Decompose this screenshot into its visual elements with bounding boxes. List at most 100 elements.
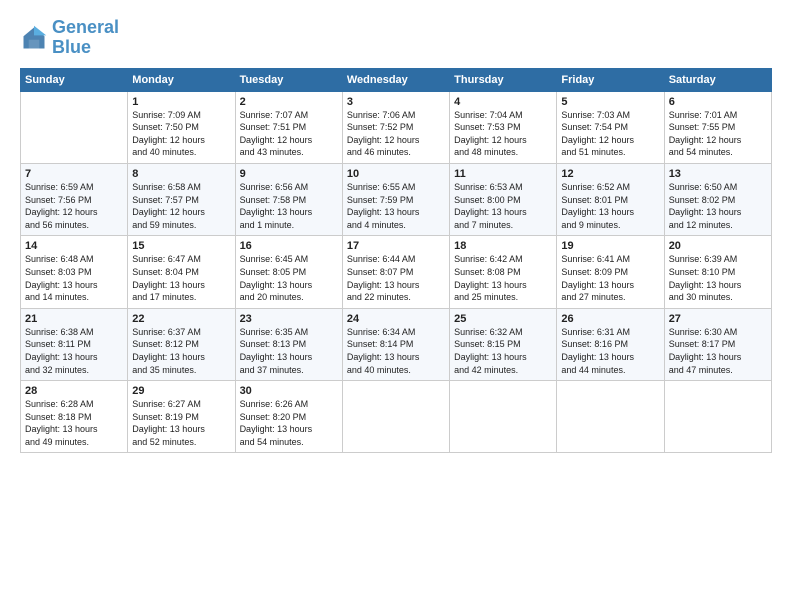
day-info: Sunrise: 6:52 AMSunset: 8:01 PMDaylight:… [561, 181, 659, 231]
day-number: 11 [454, 168, 552, 180]
day-number: 4 [454, 96, 552, 108]
day-cell: 28Sunrise: 6:28 AMSunset: 8:18 PMDayligh… [21, 381, 128, 453]
day-number: 6 [669, 96, 767, 108]
day-number: 29 [132, 385, 230, 397]
day-number: 28 [25, 385, 123, 397]
day-cell: 12Sunrise: 6:52 AMSunset: 8:01 PMDayligh… [557, 163, 664, 235]
day-cell: 16Sunrise: 6:45 AMSunset: 8:05 PMDayligh… [235, 236, 342, 308]
day-cell: 7Sunrise: 6:59 AMSunset: 7:56 PMDaylight… [21, 163, 128, 235]
day-cell: 25Sunrise: 6:32 AMSunset: 8:15 PMDayligh… [450, 308, 557, 380]
day-number: 25 [454, 313, 552, 325]
day-cell: 26Sunrise: 6:31 AMSunset: 8:16 PMDayligh… [557, 308, 664, 380]
col-header-friday: Friday [557, 68, 664, 91]
day-cell: 30Sunrise: 6:26 AMSunset: 8:20 PMDayligh… [235, 381, 342, 453]
day-info: Sunrise: 6:44 AMSunset: 8:07 PMDaylight:… [347, 253, 445, 303]
day-info: Sunrise: 6:53 AMSunset: 8:00 PMDaylight:… [454, 181, 552, 231]
col-header-saturday: Saturday [664, 68, 771, 91]
day-number: 20 [669, 240, 767, 252]
logo-icon [20, 24, 48, 52]
day-cell: 4Sunrise: 7:04 AMSunset: 7:53 PMDaylight… [450, 91, 557, 163]
day-number: 27 [669, 313, 767, 325]
day-cell: 14Sunrise: 6:48 AMSunset: 8:03 PMDayligh… [21, 236, 128, 308]
day-info: Sunrise: 6:50 AMSunset: 8:02 PMDaylight:… [669, 181, 767, 231]
day-number: 19 [561, 240, 659, 252]
day-cell: 6Sunrise: 7:01 AMSunset: 7:55 PMDaylight… [664, 91, 771, 163]
day-info: Sunrise: 6:58 AMSunset: 7:57 PMDaylight:… [132, 181, 230, 231]
col-header-wednesday: Wednesday [342, 68, 449, 91]
day-number: 14 [25, 240, 123, 252]
week-row-5: 28Sunrise: 6:28 AMSunset: 8:18 PMDayligh… [21, 381, 772, 453]
day-number: 26 [561, 313, 659, 325]
day-cell: 17Sunrise: 6:44 AMSunset: 8:07 PMDayligh… [342, 236, 449, 308]
header-row: SundayMondayTuesdayWednesdayThursdayFrid… [21, 68, 772, 91]
day-cell: 10Sunrise: 6:55 AMSunset: 7:59 PMDayligh… [342, 163, 449, 235]
day-number: 24 [347, 313, 445, 325]
day-cell: 20Sunrise: 6:39 AMSunset: 8:10 PMDayligh… [664, 236, 771, 308]
day-cell: 15Sunrise: 6:47 AMSunset: 8:04 PMDayligh… [128, 236, 235, 308]
day-cell: 13Sunrise: 6:50 AMSunset: 8:02 PMDayligh… [664, 163, 771, 235]
day-number: 15 [132, 240, 230, 252]
week-row-1: 1Sunrise: 7:09 AMSunset: 7:50 PMDaylight… [21, 91, 772, 163]
day-info: Sunrise: 6:28 AMSunset: 8:18 PMDaylight:… [25, 398, 123, 448]
day-info: Sunrise: 6:31 AMSunset: 8:16 PMDaylight:… [561, 326, 659, 376]
day-cell [342, 381, 449, 453]
day-info: Sunrise: 6:38 AMSunset: 8:11 PMDaylight:… [25, 326, 123, 376]
day-info: Sunrise: 6:48 AMSunset: 8:03 PMDaylight:… [25, 253, 123, 303]
day-cell: 29Sunrise: 6:27 AMSunset: 8:19 PMDayligh… [128, 381, 235, 453]
day-number: 2 [240, 96, 338, 108]
day-cell: 11Sunrise: 6:53 AMSunset: 8:00 PMDayligh… [450, 163, 557, 235]
day-number: 7 [25, 168, 123, 180]
day-number: 30 [240, 385, 338, 397]
day-cell [557, 381, 664, 453]
logo-text2: Blue [52, 38, 119, 58]
day-number: 22 [132, 313, 230, 325]
day-info: Sunrise: 6:27 AMSunset: 8:19 PMDaylight:… [132, 398, 230, 448]
week-row-4: 21Sunrise: 6:38 AMSunset: 8:11 PMDayligh… [21, 308, 772, 380]
day-info: Sunrise: 6:32 AMSunset: 8:15 PMDaylight:… [454, 326, 552, 376]
day-cell: 27Sunrise: 6:30 AMSunset: 8:17 PMDayligh… [664, 308, 771, 380]
header: General Blue [20, 18, 772, 58]
day-cell: 21Sunrise: 6:38 AMSunset: 8:11 PMDayligh… [21, 308, 128, 380]
day-number: 9 [240, 168, 338, 180]
day-info: Sunrise: 7:07 AMSunset: 7:51 PMDaylight:… [240, 109, 338, 159]
day-number: 3 [347, 96, 445, 108]
day-cell: 1Sunrise: 7:09 AMSunset: 7:50 PMDaylight… [128, 91, 235, 163]
day-number: 16 [240, 240, 338, 252]
day-number: 21 [25, 313, 123, 325]
day-info: Sunrise: 6:39 AMSunset: 8:10 PMDaylight:… [669, 253, 767, 303]
week-row-2: 7Sunrise: 6:59 AMSunset: 7:56 PMDaylight… [21, 163, 772, 235]
day-info: Sunrise: 6:30 AMSunset: 8:17 PMDaylight:… [669, 326, 767, 376]
col-header-sunday: Sunday [21, 68, 128, 91]
day-info: Sunrise: 6:59 AMSunset: 7:56 PMDaylight:… [25, 181, 123, 231]
day-cell: 8Sunrise: 6:58 AMSunset: 7:57 PMDaylight… [128, 163, 235, 235]
day-info: Sunrise: 7:06 AMSunset: 7:52 PMDaylight:… [347, 109, 445, 159]
day-number: 5 [561, 96, 659, 108]
day-info: Sunrise: 6:47 AMSunset: 8:04 PMDaylight:… [132, 253, 230, 303]
day-cell: 2Sunrise: 7:07 AMSunset: 7:51 PMDaylight… [235, 91, 342, 163]
logo-text: General [52, 18, 119, 38]
day-info: Sunrise: 7:03 AMSunset: 7:54 PMDaylight:… [561, 109, 659, 159]
day-cell: 18Sunrise: 6:42 AMSunset: 8:08 PMDayligh… [450, 236, 557, 308]
day-cell: 9Sunrise: 6:56 AMSunset: 7:58 PMDaylight… [235, 163, 342, 235]
day-number: 1 [132, 96, 230, 108]
day-number: 8 [132, 168, 230, 180]
day-number: 23 [240, 313, 338, 325]
day-cell: 23Sunrise: 6:35 AMSunset: 8:13 PMDayligh… [235, 308, 342, 380]
day-cell: 22Sunrise: 6:37 AMSunset: 8:12 PMDayligh… [128, 308, 235, 380]
day-info: Sunrise: 6:41 AMSunset: 8:09 PMDaylight:… [561, 253, 659, 303]
day-info: Sunrise: 7:04 AMSunset: 7:53 PMDaylight:… [454, 109, 552, 159]
day-info: Sunrise: 6:42 AMSunset: 8:08 PMDaylight:… [454, 253, 552, 303]
day-number: 10 [347, 168, 445, 180]
day-info: Sunrise: 6:45 AMSunset: 8:05 PMDaylight:… [240, 253, 338, 303]
day-info: Sunrise: 6:34 AMSunset: 8:14 PMDaylight:… [347, 326, 445, 376]
day-info: Sunrise: 6:26 AMSunset: 8:20 PMDaylight:… [240, 398, 338, 448]
day-info: Sunrise: 6:37 AMSunset: 8:12 PMDaylight:… [132, 326, 230, 376]
day-number: 17 [347, 240, 445, 252]
day-number: 13 [669, 168, 767, 180]
day-cell [21, 91, 128, 163]
col-header-thursday: Thursday [450, 68, 557, 91]
day-cell: 3Sunrise: 7:06 AMSunset: 7:52 PMDaylight… [342, 91, 449, 163]
day-cell [450, 381, 557, 453]
logo: General Blue [20, 18, 119, 58]
calendar-table: SundayMondayTuesdayWednesdayThursdayFrid… [20, 68, 772, 454]
